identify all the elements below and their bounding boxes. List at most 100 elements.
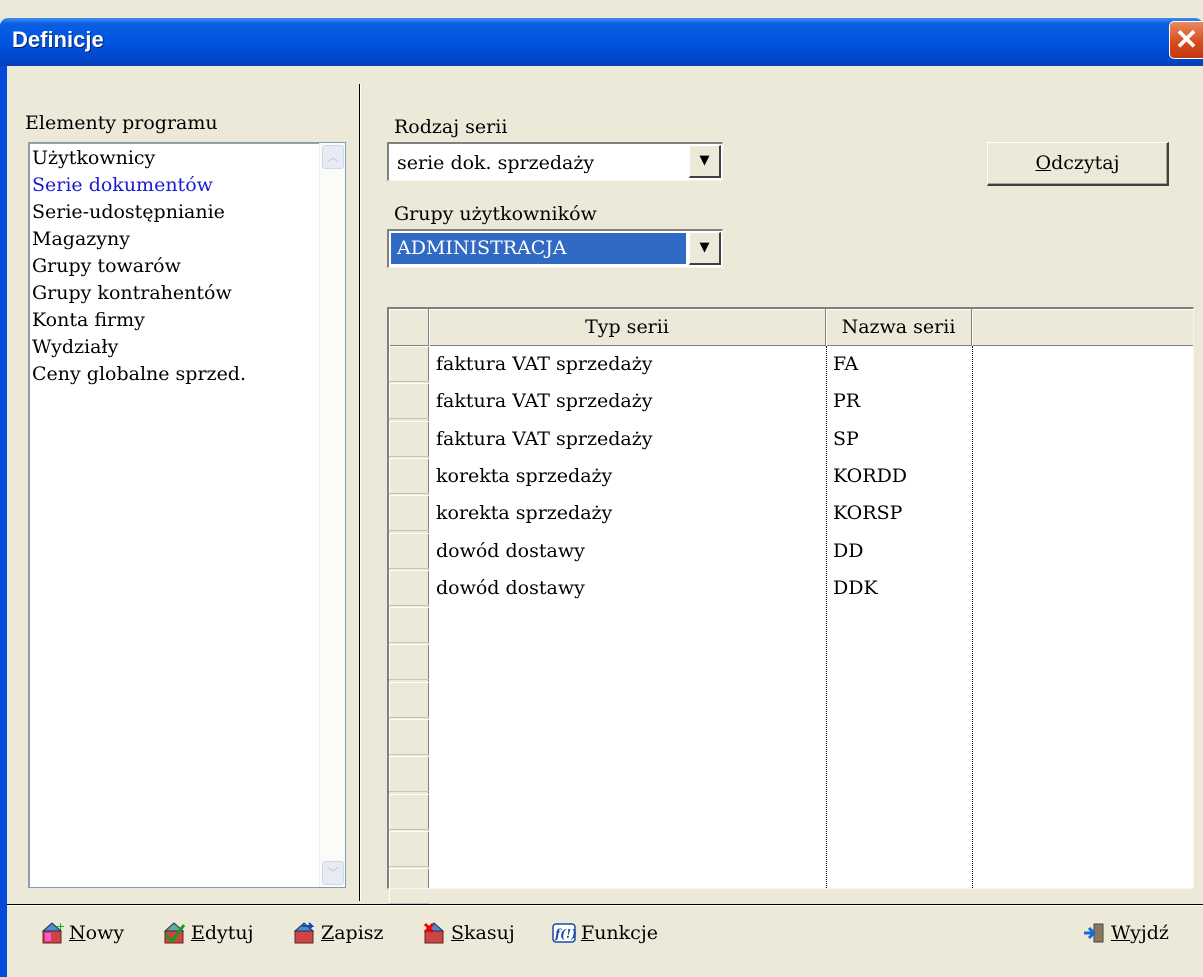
row-indicator[interactable] [389, 346, 429, 382]
row-indicator[interactable] [389, 719, 429, 755]
row-indicator[interactable] [389, 794, 429, 830]
odczytaj-accel: O [1035, 152, 1052, 174]
edytuj-label: dytuj [204, 922, 254, 944]
vertical-divider [359, 84, 361, 901]
zapisz-label: apisz [334, 922, 384, 944]
skasuj-label: kasuj [464, 922, 515, 944]
header-nazwa-serii[interactable]: Nazwa serii [826, 309, 972, 346]
edytuj-button[interactable]: Edytuj [162, 915, 254, 951]
funkcje-accel: F [581, 922, 595, 944]
nowy-label: owy [85, 922, 125, 944]
list-item[interactable]: Serie-udostępnianie [32, 199, 225, 226]
nowy-accel: N [69, 922, 86, 944]
scroll-down-button[interactable]: ﹀ [322, 861, 344, 885]
cell-typ-serii[interactable]: faktura VAT sprzedaży [431, 346, 653, 382]
zapisz-button[interactable]: Zapisz [292, 915, 384, 951]
cell-typ-serii[interactable]: korekta sprzedaży [431, 458, 612, 494]
list-item[interactable]: Grupy towarów [32, 253, 181, 280]
list-item[interactable]: Użytkownicy [32, 145, 155, 172]
dropdown-arrow-icon: ▼ [699, 153, 710, 168]
title-bar[interactable]: Definicje ✕ [0, 18, 1203, 66]
window-title: Definicje [12, 27, 104, 52]
wyjdz-label: yjdź [1130, 922, 1169, 944]
edit-icon [162, 921, 186, 945]
funkcje-button[interactable]: f(!) Funkcje [552, 915, 658, 951]
column-separator [972, 346, 973, 888]
chevron-down-icon: ﹀ [326, 866, 339, 880]
row-indicator[interactable] [389, 570, 429, 606]
nowy-button[interactable]: + Nowy [40, 915, 124, 951]
zapisz-accel: Z [321, 922, 335, 944]
svg-text:+: + [56, 921, 64, 933]
scroll-up-button[interactable]: ︿ [322, 145, 344, 169]
row-indicator[interactable] [389, 831, 429, 867]
cell-typ-serii[interactable]: faktura VAT sprzedaży [431, 383, 653, 419]
cell-nazwa-serii[interactable]: KORSP [828, 495, 902, 531]
cell-nazwa-serii[interactable]: DDK [828, 570, 878, 606]
horizontal-divider [7, 904, 1203, 906]
list-scrollbar[interactable]: ︿ ﹀ [319, 143, 345, 887]
delete-icon [422, 921, 446, 945]
row-indicator[interactable] [389, 383, 429, 420]
list-item[interactable]: Konta firmy [32, 307, 145, 334]
row-indicator[interactable] [389, 868, 429, 905]
header-indicator-cell [389, 309, 429, 346]
row-indicator[interactable] [389, 756, 429, 793]
grupy-uzytkownikow-select[interactable]: ADMINISTRACJA ▼ [387, 229, 723, 268]
list-item[interactable]: Magazyny [32, 226, 130, 253]
window-client-area: Elementy programu Użytkownicy Serie dokum… [7, 66, 1203, 977]
row-indicator[interactable] [389, 644, 429, 681]
row-indicator[interactable] [389, 495, 429, 532]
wyjdz-accel: W [1111, 922, 1131, 944]
program-elements-list[interactable]: Użytkownicy Serie dokumentów Serie-udostęp… [28, 142, 346, 888]
new-icon: + [40, 920, 65, 945]
header-typ-serii[interactable]: Typ serii [429, 309, 826, 346]
row-indicator[interactable] [389, 682, 429, 718]
cell-typ-serii[interactable]: dowód dostawy [431, 533, 585, 569]
series-grid[interactable]: Typ serii Nazwa serii faktura VAT sprzed… [387, 307, 1194, 905]
functions-icon: f(!) [552, 921, 577, 945]
save-icon [292, 921, 316, 945]
rodzaj-serii-select[interactable]: serie dok. sprzedaży ▼ [387, 142, 723, 181]
row-indicator[interactable] [389, 421, 429, 457]
column-separator [826, 346, 827, 888]
cell-typ-serii[interactable]: dowód dostawy [431, 570, 585, 606]
row-indicator[interactable] [389, 607, 429, 644]
cell-nazwa-serii[interactable]: KORDD [828, 458, 907, 494]
cell-nazwa-serii[interactable]: PR [828, 383, 860, 419]
grupy-uzytkownikow-label: Grupy użytkowników [394, 203, 597, 225]
rodzaj-serii-dropdown-button[interactable]: ▼ [689, 145, 721, 178]
grupy-uzytkownikow-value: ADMINISTRACJA [391, 233, 686, 264]
list-item[interactable]: Grupy kontrahentów [32, 280, 232, 307]
exit-icon [1082, 921, 1106, 945]
funkcje-label: unkcje [594, 922, 658, 944]
list-item[interactable]: Wydziały [32, 334, 118, 361]
list-item[interactable]: Serie dokumentów [32, 172, 213, 199]
skasuj-button[interactable]: Skasuj [422, 915, 515, 951]
cell-typ-serii[interactable]: korekta sprzedaży [431, 495, 612, 531]
close-button[interactable]: ✕ [1169, 21, 1203, 59]
window-frame [0, 66, 7, 977]
definicje-window: Definicje ✕ Elementy programu Użytkownic… [0, 0, 1203, 977]
rodzaj-serii-value: serie dok. sprzedaży [397, 152, 595, 174]
row-indicator[interactable] [389, 458, 429, 494]
row-indicator-column [389, 346, 429, 905]
edytuj-accel: E [191, 922, 205, 944]
cell-nazwa-serii[interactable]: SP [828, 421, 859, 457]
odczytaj-button[interactable]: Odczytaj [987, 142, 1169, 186]
rodzaj-serii-label: Rodzaj serii [394, 116, 508, 138]
grid-header: Typ serii Nazwa serii [389, 309, 1193, 346]
cell-nazwa-serii[interactable]: DD [828, 533, 863, 569]
cell-typ-serii[interactable]: faktura VAT sprzedaży [431, 421, 653, 457]
left-panel-label: Elementy programu [25, 112, 218, 134]
close-icon: ✕ [1174, 24, 1199, 55]
svg-text:f(!): f(!) [554, 927, 576, 941]
odczytaj-label: dczytaj [1051, 152, 1120, 174]
chevron-up-icon: ︿ [326, 150, 339, 164]
header-empty-column [972, 309, 1194, 346]
wyjdz-button[interactable]: Wyjdź [1082, 915, 1169, 951]
cell-nazwa-serii[interactable]: FA [828, 346, 858, 382]
row-indicator[interactable] [389, 533, 429, 569]
list-item[interactable]: Ceny globalne sprzed. [32, 361, 246, 388]
grupy-uzytkownikow-dropdown-button[interactable]: ▼ [689, 232, 721, 265]
